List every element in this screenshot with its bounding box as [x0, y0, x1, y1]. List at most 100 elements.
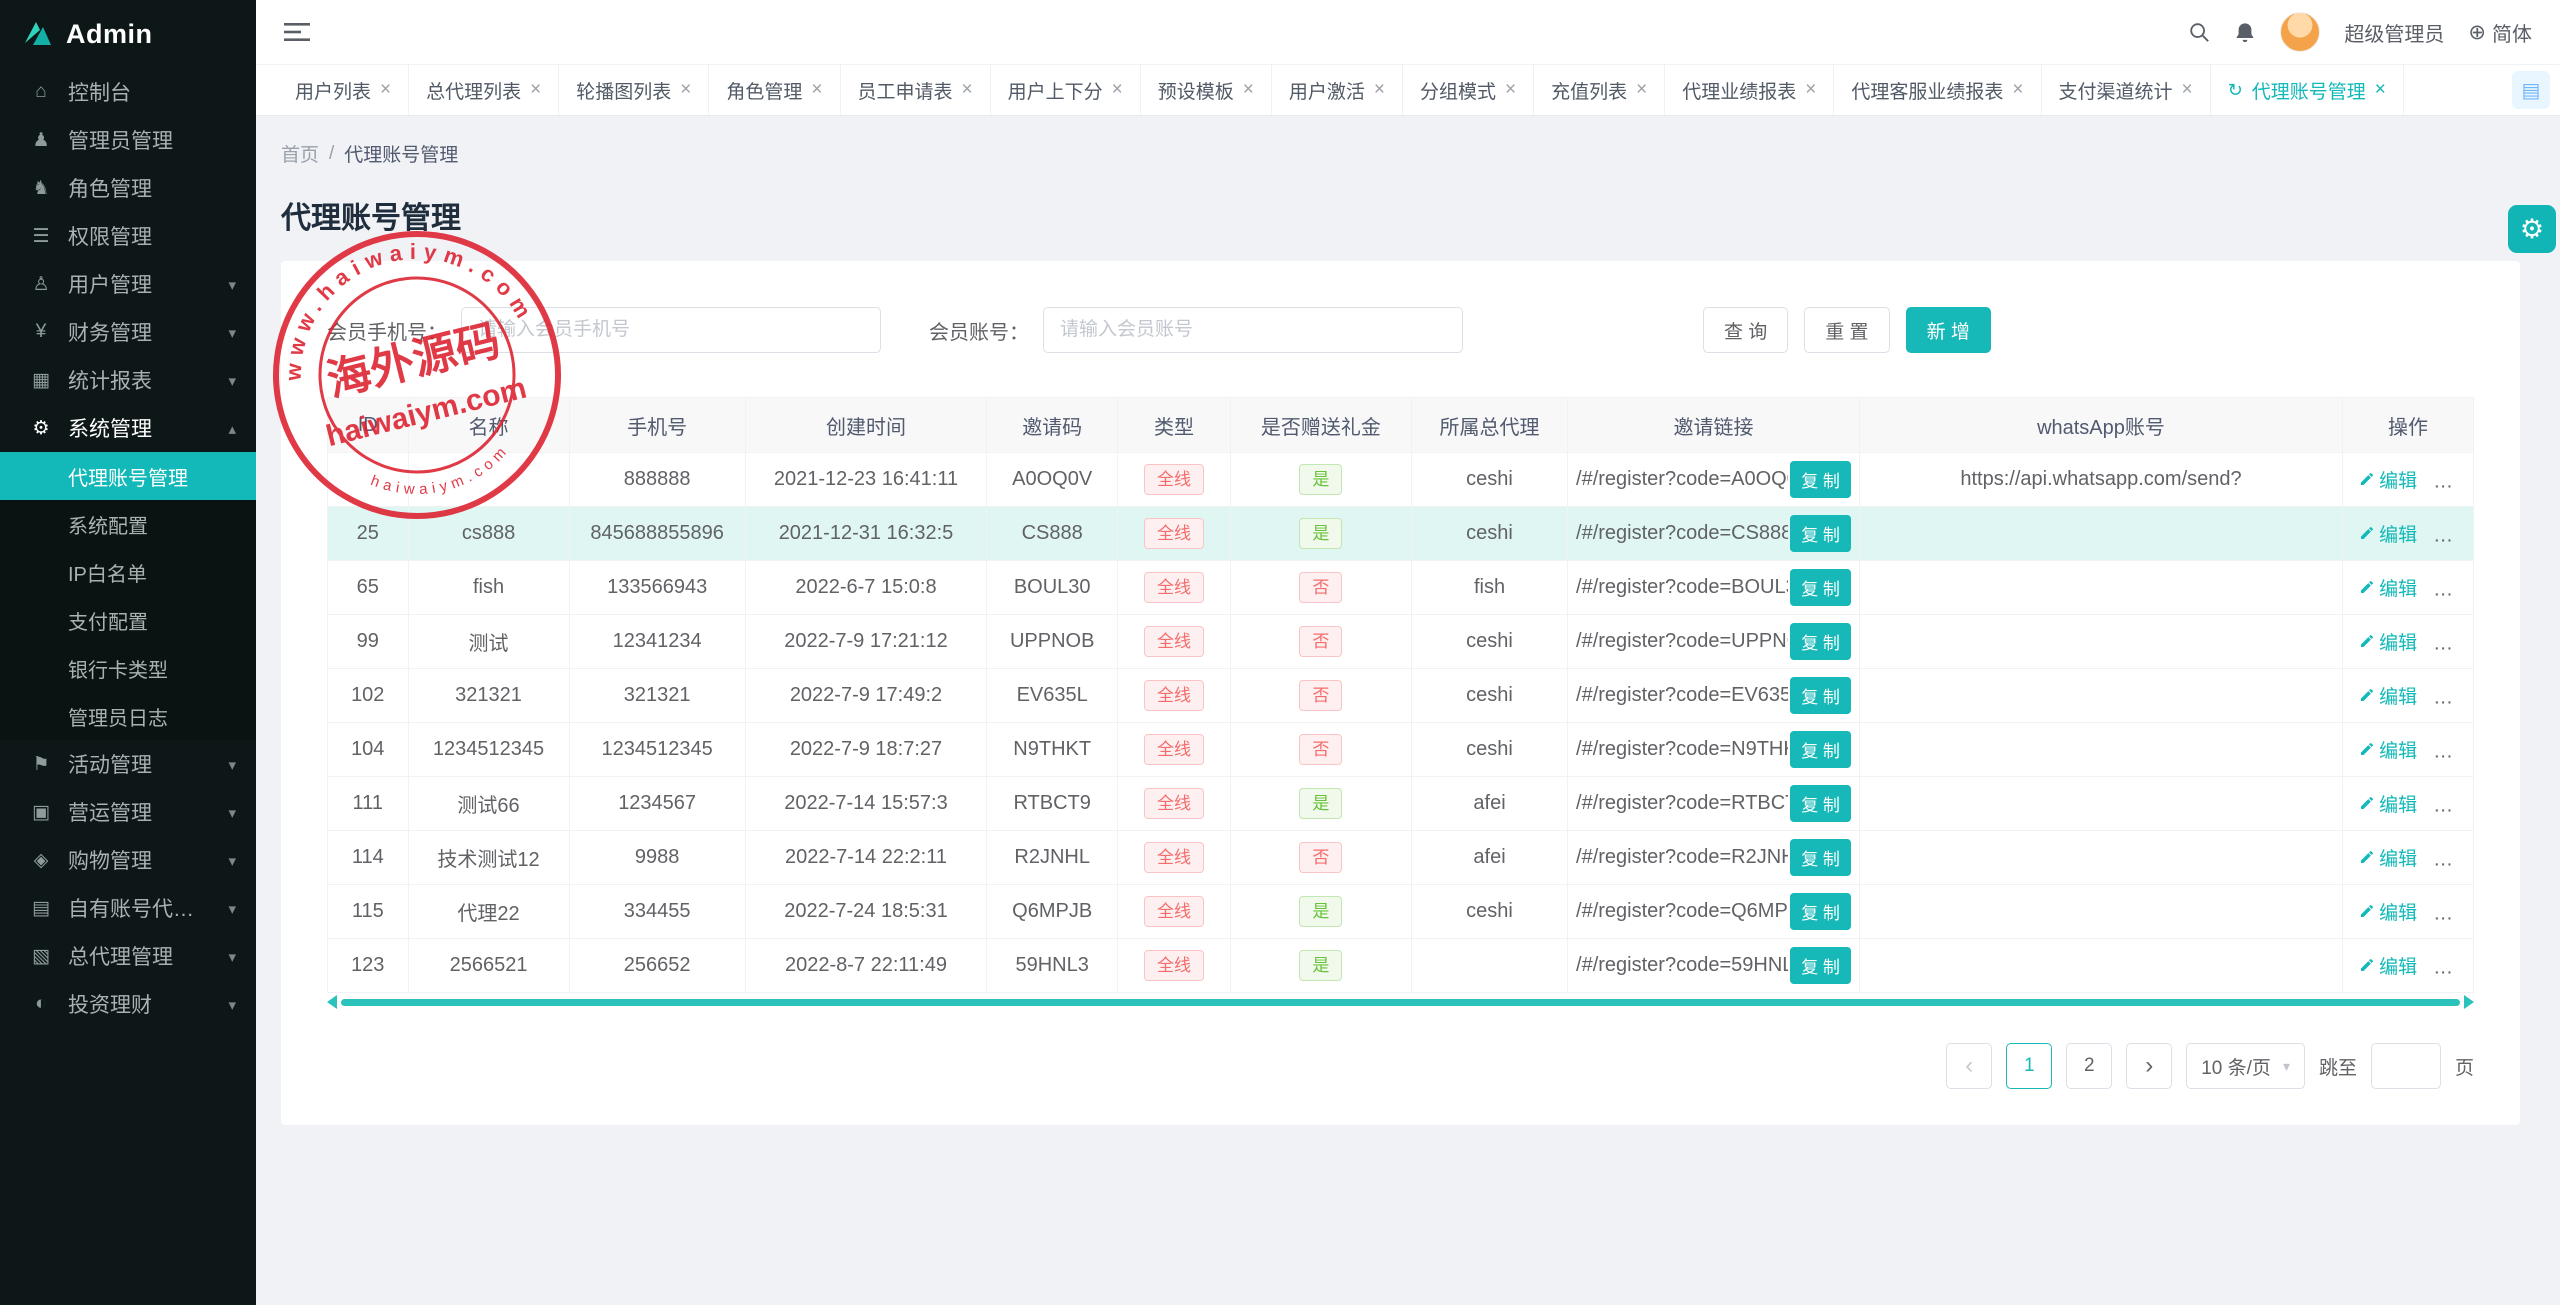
copy-button[interactable]: 复 制 — [1790, 839, 1851, 876]
sidebar-item-general-agent[interactable]: ▧总代理管理 — [0, 932, 256, 980]
sidebar-item-investment[interactable]: ◐投资理财 — [0, 980, 256, 1028]
table-row: 102 321321 321321 2022-7-9 17:49:2 EV635… — [328, 669, 2474, 723]
edit-link[interactable]: 编辑 — [2359, 952, 2417, 979]
cell-invite-link: /#/register?code=BOUL30复 制 — [1568, 561, 1860, 615]
sidebar-item-permissions[interactable]: ☰权限管理 — [0, 212, 256, 260]
submenu-item-admin-logs[interactable]: 管理员日志 — [0, 692, 256, 740]
close-icon[interactable] — [1112, 79, 1123, 101]
tab-agent-performance[interactable]: 代理业绩报表 — [1665, 65, 1834, 115]
language-switcher[interactable]: ⊕简体 — [2468, 18, 2532, 47]
settings-button[interactable]: ⚙ — [2508, 205, 2556, 253]
breadcrumb-home[interactable]: 首页 — [281, 140, 319, 167]
member-account-input[interactable] — [1043, 307, 1463, 353]
close-icon[interactable] — [2012, 79, 2023, 101]
cell-name: 技术测试12 — [408, 831, 569, 885]
jump-page-input[interactable] — [2371, 1043, 2441, 1089]
copy-button[interactable]: 复 制 — [1790, 569, 1851, 606]
prev-page-button[interactable] — [1946, 1043, 1992, 1089]
collapse-sidebar-button[interactable] — [284, 21, 310, 43]
copy-button[interactable]: 复 制 — [1790, 947, 1851, 984]
copy-button[interactable]: 复 制 — [1790, 731, 1851, 768]
submenu-item-ip-whitelist[interactable]: IP白名单 — [0, 548, 256, 596]
page-1-button[interactable]: 1 — [2006, 1043, 2052, 1089]
type-badge: 全线 — [1144, 788, 1204, 820]
sidebar-item-activity[interactable]: ⚑活动管理 — [0, 740, 256, 788]
sidebar-item-own-account-pay[interactable]: ▤自有账号代收付 — [0, 884, 256, 932]
avatar[interactable] — [2280, 12, 2320, 52]
tab-general-agent-list[interactable]: 总代理列表 — [409, 65, 559, 115]
close-icon[interactable] — [1636, 79, 1647, 101]
edit-link[interactable]: 编辑 — [2359, 628, 2417, 655]
submenu-item-agent-accounts[interactable]: 代理账号管理 — [0, 452, 256, 500]
tab-agent-accounts[interactable]: ↻代理账号管理 — [2211, 65, 2404, 115]
search-icon[interactable] — [2188, 21, 2210, 43]
scrollbar-thumb[interactable] — [341, 999, 2460, 1006]
tab-list-menu-button[interactable]: ▤ — [2512, 71, 2550, 109]
tab-payment-channel-stats[interactable]: 支付渠道统计 — [2042, 65, 2211, 115]
close-icon[interactable] — [1243, 79, 1254, 101]
member-phone-input[interactable] — [461, 307, 881, 353]
close-icon[interactable] — [1374, 79, 1385, 101]
sidebar-item-operations[interactable]: ▣营运管理 — [0, 788, 256, 836]
page-2-button[interactable]: 2 — [2066, 1043, 2112, 1089]
copy-button[interactable]: 复 制 — [1790, 677, 1851, 714]
cell-invite-code: Q6MPJB — [987, 885, 1118, 939]
close-icon[interactable] — [530, 79, 541, 101]
copy-button[interactable]: 复 制 — [1790, 461, 1851, 498]
sidebar-item-console[interactable]: ⌂控制台 — [0, 68, 256, 116]
tab-user-updown[interactable]: 用户上下分 — [991, 65, 1141, 115]
sidebar-item-admins[interactable]: ♟管理员管理 — [0, 116, 256, 164]
search-button[interactable]: 查 询 — [1703, 307, 1788, 353]
close-icon[interactable] — [962, 79, 973, 101]
sidebar-item-system[interactable]: ⚙系统管理 — [0, 404, 256, 452]
tab-role-management[interactable]: 角色管理 — [709, 65, 840, 115]
cell-id: 102 — [328, 669, 409, 723]
scroll-right-arrow-icon[interactable] — [2464, 995, 2474, 1009]
edit-link[interactable]: 编辑 — [2359, 736, 2417, 763]
copy-button[interactable]: 复 制 — [1790, 785, 1851, 822]
copy-button[interactable]: 复 制 — [1790, 623, 1851, 660]
add-button[interactable]: 新 增 — [1906, 307, 1991, 353]
edit-link[interactable]: 编辑 — [2359, 898, 2417, 925]
sidebar-item-shopping[interactable]: ◈购物管理 — [0, 836, 256, 884]
tab-user-activation[interactable]: 用户激活 — [1272, 65, 1403, 115]
edit-link[interactable]: 编辑 — [2359, 844, 2417, 871]
tab-user-list[interactable]: 用户列表 — [278, 65, 409, 115]
tab-staff-application[interactable]: 员工申请表 — [841, 65, 991, 115]
tab-agent-cs-performance[interactable]: 代理客服业绩报表 — [1834, 65, 2041, 115]
submenu-item-bank-card-types[interactable]: 银行卡类型 — [0, 644, 256, 692]
edit-link[interactable]: 编辑 — [2359, 466, 2417, 493]
copy-button[interactable]: 复 制 — [1790, 893, 1851, 930]
sidebar-item-reports[interactable]: ▦统计报表 — [0, 356, 256, 404]
sidebar-item-finance[interactable]: ¥财务管理 — [0, 308, 256, 356]
tab-group-mode[interactable]: 分组模式 — [1403, 65, 1534, 115]
edit-link[interactable]: 编辑 — [2359, 520, 2417, 547]
tab-preset-template[interactable]: 预设模板 — [1141, 65, 1272, 115]
cell-invite-link: /#/register?code=CS888复 制 — [1568, 507, 1860, 561]
close-icon[interactable] — [2182, 79, 2193, 101]
tab-carousel-list[interactable]: 轮播图列表 — [559, 65, 709, 115]
edit-link[interactable]: 编辑 — [2359, 682, 2417, 709]
notification-bell-icon[interactable] — [2234, 21, 2256, 44]
close-icon[interactable] — [1805, 79, 1816, 101]
scroll-left-arrow-icon[interactable] — [327, 995, 337, 1009]
next-page-button[interactable] — [2126, 1043, 2172, 1089]
refresh-icon[interactable]: ↻ — [2228, 80, 2243, 101]
edit-link[interactable]: 编辑 — [2359, 574, 2417, 601]
close-icon[interactable] — [380, 79, 391, 101]
close-icon[interactable] — [2375, 79, 2386, 101]
sidebar-item-roles[interactable]: ♞角色管理 — [0, 164, 256, 212]
sidebar-item-users[interactable]: ♙用户管理 — [0, 260, 256, 308]
submenu-item-payment-config[interactable]: 支付配置 — [0, 596, 256, 644]
copy-button[interactable]: 复 制 — [1790, 515, 1851, 552]
close-icon[interactable] — [680, 79, 691, 101]
edit-link[interactable]: 编辑 — [2359, 790, 2417, 817]
tab-recharge-list[interactable]: 充值列表 — [1534, 65, 1665, 115]
cell-gift: 是 — [1230, 885, 1411, 939]
horizontal-scrollbar[interactable] — [327, 995, 2474, 1009]
close-icon[interactable] — [811, 79, 822, 101]
close-icon[interactable] — [1505, 79, 1516, 101]
page-size-select[interactable]: 10 条/页 — [2186, 1043, 2305, 1089]
reset-button[interactable]: 重 置 — [1804, 307, 1889, 353]
submenu-item-system-config[interactable]: 系统配置 — [0, 500, 256, 548]
